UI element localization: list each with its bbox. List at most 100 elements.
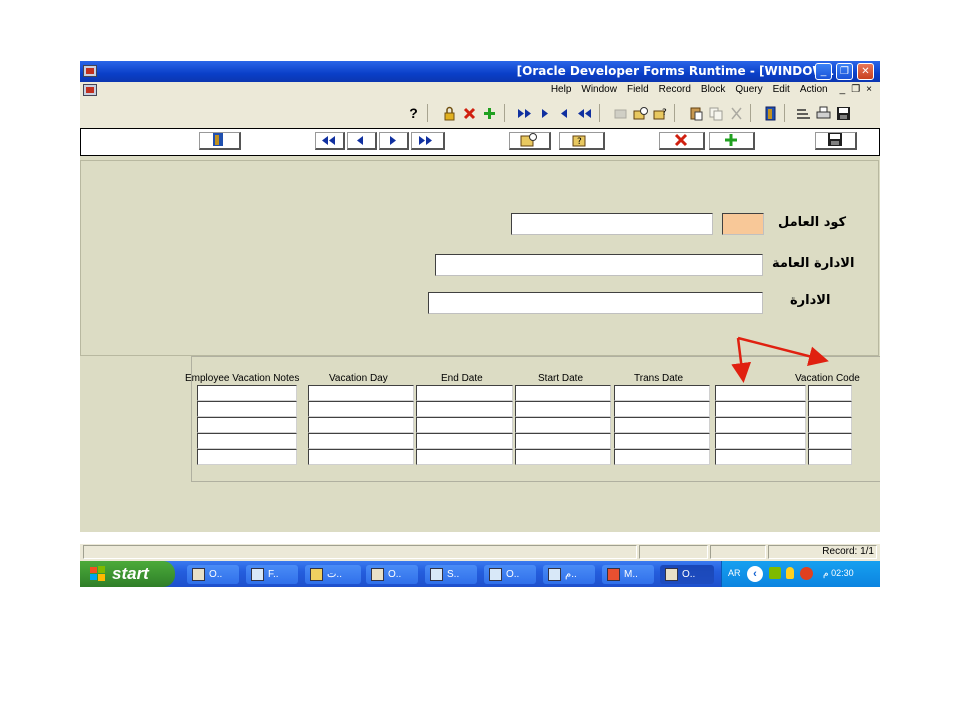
grid-cell[interactable] [416, 433, 513, 449]
grid-cell[interactable] [808, 433, 852, 449]
lock-icon[interactable] [442, 106, 457, 121]
taskbar-item[interactable]: م.. [543, 565, 595, 584]
taskbar-item[interactable]: S.. [425, 565, 477, 584]
copy-icon[interactable] [709, 106, 724, 121]
grid-cell[interactable] [808, 417, 852, 433]
mdi-minimize[interactable]: _ [840, 84, 846, 95]
menu-query[interactable]: Query [735, 84, 762, 95]
grid-cell[interactable] [197, 401, 297, 417]
grid-cell[interactable] [308, 385, 414, 401]
grid-cell[interactable] [515, 433, 611, 449]
dept-field[interactable] [428, 292, 763, 314]
document-icon[interactable] [83, 84, 97, 96]
taskbar-item[interactable]: O.. [484, 565, 536, 584]
language-indicator[interactable]: AR [728, 568, 741, 578]
grid-cell[interactable] [416, 449, 513, 465]
help-icon[interactable]: ? [406, 106, 421, 121]
lightbulb-icon[interactable] [786, 567, 794, 579]
dept-label: الادارة [790, 293, 831, 308]
taskbar-item[interactable]: ت.. [305, 565, 361, 584]
menu-action[interactable]: Action [800, 84, 828, 95]
grid-cell[interactable] [715, 449, 806, 465]
grid-cell[interactable] [515, 401, 611, 417]
minimize-button[interactable]: _ [815, 63, 832, 80]
next-record-button[interactable] [379, 132, 409, 150]
list-values-icon[interactable] [796, 106, 811, 121]
grid-cell[interactable] [197, 433, 297, 449]
taskbar-item-active[interactable]: O.. [660, 565, 714, 584]
grid-cell[interactable] [715, 417, 806, 433]
mdi-close[interactable]: × [866, 84, 872, 95]
previous-record-icon[interactable] [557, 106, 572, 121]
exit-button[interactable] [199, 132, 241, 150]
employee-code-field[interactable] [722, 213, 764, 235]
start-button[interactable]: start [80, 561, 175, 587]
network-icon[interactable] [769, 567, 781, 579]
clock[interactable]: 02:30 م [823, 568, 854, 579]
grid-cell[interactable] [614, 449, 710, 465]
next-record-icon[interactable] [537, 106, 552, 121]
grid-cell[interactable] [197, 385, 297, 401]
menu-edit[interactable]: Edit [773, 84, 790, 95]
grid-cell[interactable] [515, 449, 611, 465]
general-dept-field[interactable] [435, 254, 763, 276]
restore-button[interactable]: ❐ [836, 63, 853, 80]
close-button[interactable]: ✕ [857, 63, 874, 80]
grid-cell[interactable] [808, 385, 852, 401]
mdi-restore[interactable]: ❐ [851, 84, 860, 95]
enter-query-button[interactable]: ? [559, 132, 605, 150]
delete-record-button[interactable] [659, 132, 705, 150]
insert-record-icon[interactable] [482, 106, 497, 121]
insert-record-button[interactable] [709, 132, 755, 150]
grid-cell[interactable] [416, 401, 513, 417]
grid-cell[interactable] [715, 385, 806, 401]
execute-query-icon[interactable] [633, 106, 648, 121]
grid-cell[interactable] [614, 401, 710, 417]
delete-record-icon[interactable] [462, 106, 477, 121]
exit-icon[interactable] [763, 106, 778, 121]
grid-cell[interactable] [808, 449, 852, 465]
taskbar-item[interactable]: F.. [246, 565, 298, 584]
security-icon[interactable] [800, 567, 813, 580]
grid-cell[interactable] [416, 417, 513, 433]
forms-app-icon[interactable] [83, 65, 97, 77]
grid-cell[interactable] [808, 401, 852, 417]
menu-window[interactable]: Window [581, 84, 617, 95]
previous-block-icon[interactable] [577, 106, 592, 121]
menu-record[interactable]: Record [659, 84, 691, 95]
grid-cell[interactable] [614, 385, 710, 401]
grid-cell[interactable] [614, 433, 710, 449]
employee-name-field[interactable] [511, 213, 713, 235]
grid-cell[interactable] [515, 385, 611, 401]
grid-cell[interactable] [197, 449, 297, 465]
taskbar-item[interactable]: O.. [366, 565, 418, 584]
menu-field[interactable]: Field [627, 84, 649, 95]
grid-cell[interactable] [614, 417, 710, 433]
taskbar-item[interactable]: O.. [187, 565, 239, 584]
menu-help[interactable]: Help [551, 84, 572, 95]
grid-cell[interactable] [715, 433, 806, 449]
grid-cell[interactable] [515, 417, 611, 433]
next-block-icon[interactable] [517, 106, 532, 121]
grid-cell[interactable] [308, 433, 414, 449]
cancel-query-icon[interactable] [613, 106, 628, 121]
enter-query-icon[interactable]: ? [653, 106, 668, 121]
grid-cell[interactable] [308, 401, 414, 417]
cut-icon[interactable] [729, 106, 744, 121]
grid-cell[interactable] [308, 417, 414, 433]
grid-cell[interactable] [197, 417, 297, 433]
grid-cell[interactable] [715, 401, 806, 417]
paste-icon[interactable] [689, 106, 704, 121]
grid-cell[interactable] [308, 449, 414, 465]
chevron-left-icon[interactable]: ‹ [747, 566, 763, 582]
grid-cell[interactable] [416, 385, 513, 401]
first-record-button[interactable] [315, 132, 345, 150]
menu-block[interactable]: Block [701, 84, 725, 95]
taskbar-item[interactable]: M.. [602, 565, 654, 584]
last-record-button[interactable] [411, 132, 445, 150]
print-icon[interactable] [816, 106, 831, 121]
previous-record-button[interactable] [347, 132, 377, 150]
execute-query-button[interactable] [509, 132, 551, 150]
save-button[interactable] [815, 132, 857, 150]
save-icon[interactable] [836, 106, 851, 121]
